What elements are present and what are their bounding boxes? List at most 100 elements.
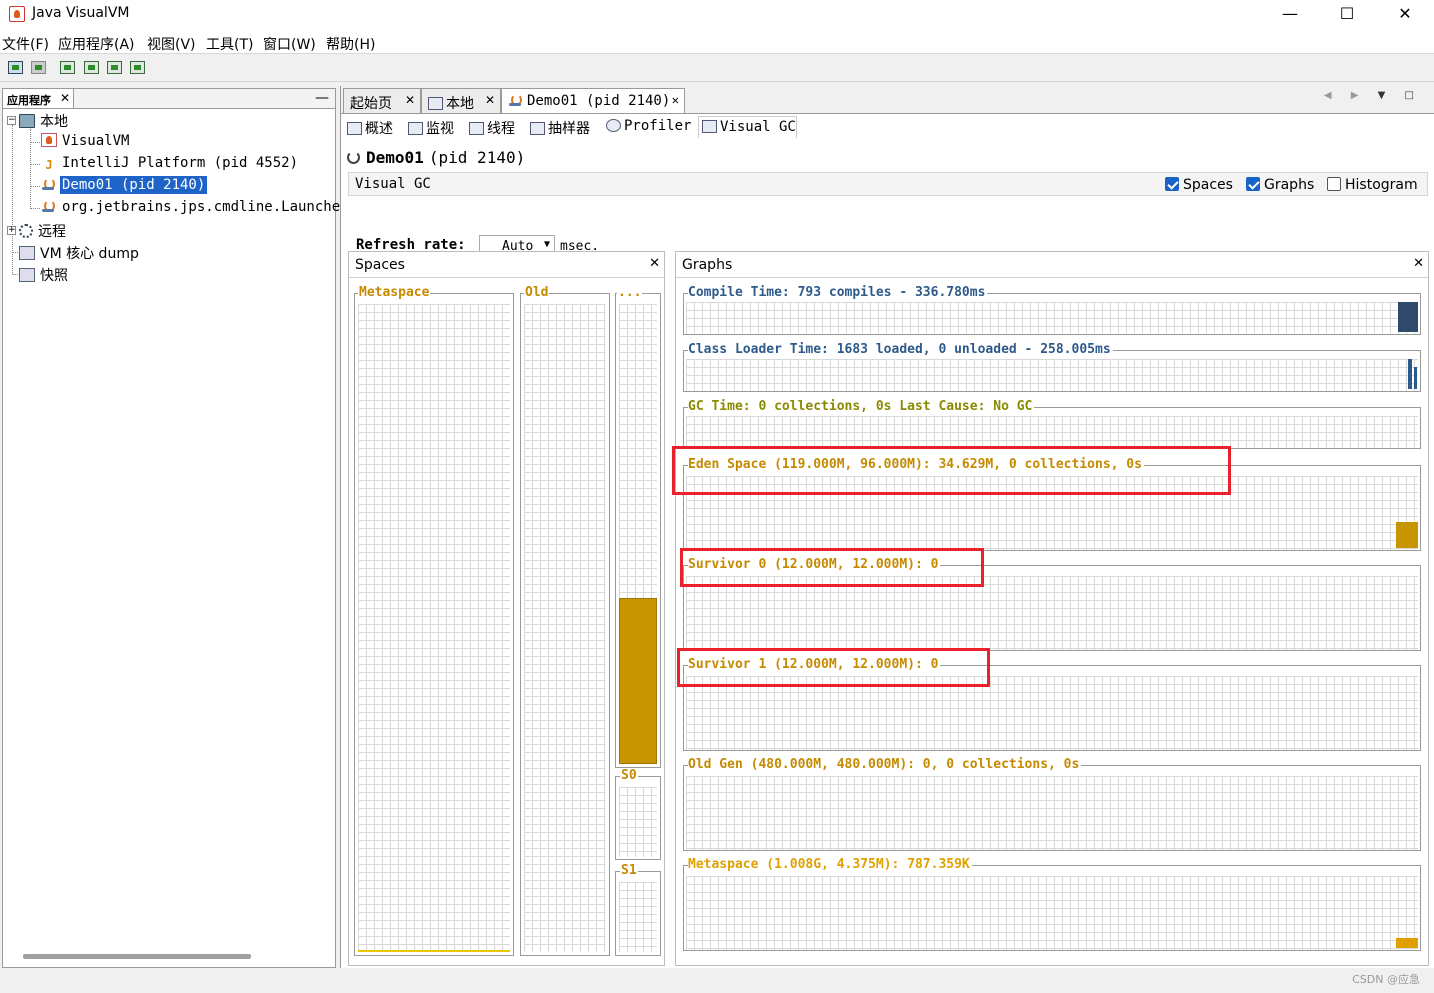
tree-item-demo01[interactable]: Demo01 (pid 2140) [41,176,208,197]
close-tab-icon[interactable]: ✕ [405,93,415,107]
thread-dump-button[interactable] [128,58,148,78]
eden-space-bar [1396,522,1418,548]
expand-remote-toggle[interactable]: + [7,226,16,235]
tab-visual-gc[interactable]: Visual GC [698,116,797,138]
tab-threads[interactable]: 线程 [469,116,515,138]
tree-item-vm-dump[interactable]: VM 核心 dump [19,243,141,263]
close-tab-icon[interactable]: ✕ [60,91,70,105]
save-button[interactable] [29,58,49,78]
menu-window[interactable]: 窗口(W) [263,34,316,54]
metaspace-label: Metaspace [358,285,431,300]
menu-tools[interactable]: 工具(T) [206,34,253,54]
metaspace-fill [358,950,510,952]
tab-label: Profiler [624,118,692,134]
tree-item-label: org.jetbrains.jps.cmdline.Launcher [62,199,349,215]
tab-local[interactable]: 本地 ✕ [421,88,501,113]
menu-view[interactable]: 视图(V) [147,34,196,54]
spaces-pane-header: Spaces ✕ [349,252,664,278]
minimize-button[interactable]: — [1261,0,1319,30]
load-snapshot-button[interactable] [6,58,26,78]
collapse-local-toggle[interactable]: − [7,116,16,125]
tree-item-remote[interactable]: 远程 [19,221,68,241]
close-tab-icon[interactable]: ✕ [485,93,495,107]
tab-start-page[interactable]: 起始页 ✕ [343,88,421,113]
compile-time-bar [1398,302,1418,332]
sampler-icon [530,122,545,135]
pane-title: Graphs [682,257,733,273]
close-tab-icon[interactable]: ✕ [672,93,679,107]
add-host-button[interactable] [82,58,102,78]
tree-item-snapshot[interactable]: 快照 [19,265,70,285]
computer-icon [19,114,35,128]
compile-time-graph: Compile Time: 793 compiles - 336.780ms [683,285,1421,335]
eden-box [615,293,661,768]
survivor-1-highlight-box [677,648,990,687]
add-jmx-icon [60,61,75,74]
page-title: Demo01 (pid 2140) [347,148,525,167]
intellij-icon: J [45,158,53,172]
old-gen-graph: Old Gen (480.000M, 480.000M): 0, 0 colle… [683,757,1421,851]
add-jmx-button[interactable] [58,58,78,78]
tab-label: 抽样器 [548,121,590,137]
load-icon [8,61,23,74]
s1-label: S1 [620,863,638,878]
tab-navigation-icon[interactable]: ◀ ▶ ▼ □ [1324,90,1422,101]
spaces-checkbox[interactable]: Spaces [1165,177,1233,193]
old-gen-grid [686,776,1418,850]
tree-guide [30,186,40,187]
metaspace-bar [1396,938,1418,948]
snapshot-icon [19,268,35,282]
menu-bar: 文件(F) 应用程序(A) 视图(V) 工具(T) 窗口(W) 帮助(H) [0,30,1434,54]
tab-sampler[interactable]: 抽样器 [530,116,590,138]
heap-dump-icon [107,61,122,74]
close-pane-icon[interactable]: ✕ [649,256,660,271]
demo01-content: 概述 监视 线程 抽样器 Profiler Visual GC Demo01 (… [341,113,1434,968]
applications-tab[interactable]: 应用程序 ✕ [3,89,74,108]
graphs-pane: Graphs ✕ Compile Time: 793 compiles - 33… [675,251,1429,966]
horizontal-scrollbar[interactable] [23,954,251,959]
tree-item-label: VM 核心 dump [40,246,139,262]
minimize-panel-icon[interactable]: — [315,90,329,106]
applications-panel: 应用程序 ✕ — − + 本地 VisualVM J IntelliJ Platf… [2,88,349,968]
visualvm-app-icon [9,6,25,22]
gc-time-graph: GC Time: 0 collections, 0s Last Cause: N… [683,399,1421,449]
menu-application[interactable]: 应用程序(A) [58,34,135,54]
visual-gc-header: Visual GC Spaces Graphs Histogram [348,172,1428,196]
eden-highlight-box [672,446,1231,495]
class-loader-label: Class Loader Time: 1683 loaded, 0 unload… [688,342,1113,357]
tree-item-local[interactable]: 本地 [19,111,70,131]
tab-overview[interactable]: 概述 [347,116,393,138]
graphs-checkbox[interactable]: Graphs [1246,177,1314,193]
tree-guide [30,129,31,209]
tree-item-intellij[interactable]: J IntelliJ Platform (pid 4552) [41,155,300,175]
checkbox-label: Graphs [1264,177,1315,193]
tree-guide [30,142,40,143]
checkbox-icon [1165,177,1179,191]
tree-guide [30,164,40,165]
tree-item-label: IntelliJ Platform (pid 4552) [62,155,299,171]
old-box [520,293,610,956]
histogram-checkbox[interactable]: Histogram [1327,177,1418,193]
overview-icon [347,122,362,135]
close-button[interactable]: ✕ [1376,0,1434,30]
tab-label: 本地 [446,96,474,112]
visual-gc-icon [702,120,717,133]
tree-item-label: Demo01 (pid 2140) [60,176,208,194]
close-pane-icon[interactable]: ✕ [1413,256,1424,271]
tab-monitor[interactable]: 监视 [408,116,454,138]
java-icon [41,199,57,213]
tab-profiler[interactable]: Profiler [606,116,691,138]
tab-demo01[interactable]: Demo01 (pid 2140) ✕ [501,88,685,114]
heap-dump-button[interactable] [105,58,125,78]
checkbox-icon [1327,177,1341,191]
compile-time-grid [686,302,1418,334]
gc-time-grid [686,416,1418,448]
maximize-button[interactable]: ☐ [1318,0,1376,30]
watermark: CSDN @应急 [1352,973,1420,986]
tree-item-launcher[interactable]: org.jetbrains.jps.cmdline.Launcher [41,199,351,219]
window-title: Java VisualVM [32,5,130,21]
tree-item-visualvm[interactable]: VisualVM [41,133,131,153]
menu-file[interactable]: 文件(F) [2,34,49,54]
menu-help[interactable]: 帮助(H) [326,34,375,54]
tree-item-label: 快照 [40,268,68,284]
